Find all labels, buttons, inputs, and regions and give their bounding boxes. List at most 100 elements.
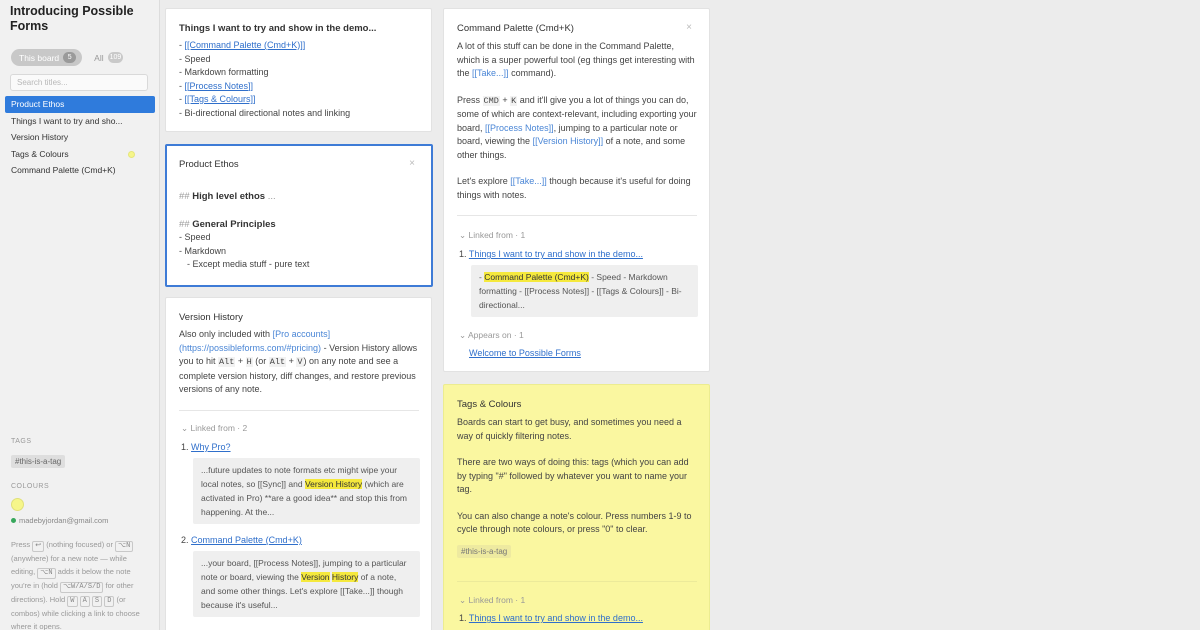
heading-text: High level ethos <box>192 191 266 202</box>
note-title: Version History <box>179 312 243 323</box>
sidebar-item-tags-colours[interactable]: Tags & Colours <box>5 146 155 163</box>
return-key-icon: ↩ <box>32 541 45 552</box>
list-item: Except media stuff - pure text <box>192 259 310 269</box>
wiki-link[interactable]: [[Process Notes]] <box>185 81 254 91</box>
sidebar-item-things-i-want[interactable]: Things I want to try and sho... <box>5 113 155 130</box>
help-text: (nothing focused) or <box>46 540 113 549</box>
yellow-colour-swatch[interactable] <box>11 498 24 511</box>
list-item: Speed <box>184 232 211 242</box>
list-item: Markdown <box>184 245 227 256</box>
board-link-welcome[interactable]: Welcome to Possible Forms <box>469 348 581 358</box>
note-title: Command Palette (Cmd+K) <box>457 23 574 34</box>
linked-from-item: 1. Why Pro? <box>181 442 231 452</box>
colours-section-label: COLOURS <box>11 483 50 490</box>
note-title: Product Ethos <box>179 159 239 170</box>
note-card-things-i-want[interactable]: Things I want to try and show in the dem… <box>165 8 432 132</box>
excerpt-highlight: History <box>331 572 359 582</box>
linked-from-item: 1. Things I want to try and show in the … <box>459 249 643 259</box>
appears-on-label: Appears on · 1 <box>468 330 524 340</box>
sidebar-item-product-ethos[interactable]: Product Ethos <box>5 96 155 113</box>
backlink-excerpt: ...future updates to note formats etc mi… <box>193 458 420 524</box>
note-body: Also only included with [Pro accounts] (… <box>179 328 424 397</box>
sidebar-item-version-history[interactable]: Version History <box>5 129 155 146</box>
online-status-icon <box>11 518 16 523</box>
linked-from-label: Linked from · 2 <box>190 423 248 433</box>
close-icon[interactable]: × <box>686 22 692 33</box>
paragraph: You can also change a note's colour. Pre… <box>457 510 692 535</box>
inline-tag[interactable]: #this-is-a-tag <box>457 544 512 558</box>
sidebar-item-command-palette[interactable]: Command Palette (Cmd+K) <box>5 162 155 179</box>
wiki-link[interactable]: [[Command Palette (Cmd+K)]] <box>185 40 306 50</box>
text: Press <box>457 94 481 105</box>
backlink-command-palette[interactable]: Command Palette (Cmd+K) <box>191 535 302 545</box>
search-titles-input[interactable] <box>10 74 148 91</box>
s-key: S <box>91 596 103 608</box>
list-item: Speed <box>184 53 211 64</box>
text: + <box>288 356 294 366</box>
close-icon[interactable]: × <box>409 158 415 169</box>
text: (or <box>255 356 267 366</box>
linked-from-toggle[interactable]: ⌄ Linked from · 1 <box>459 230 525 241</box>
tags-section-label: TAGS <box>11 438 32 445</box>
heading-text: General Principles <box>192 218 276 230</box>
option-n-key: ⌥N <box>37 568 56 580</box>
excerpt-highlight: Version <box>301 572 330 582</box>
keyboard-help-text: Press ↩ (nothing focused) or ⌥N (anywher… <box>11 538 151 630</box>
note-title: Tags & Colours <box>457 399 522 410</box>
wiki-link[interactable]: [[Process Notes]] <box>485 123 554 133</box>
this-board-label: This board <box>19 52 60 63</box>
code: K <box>510 95 518 106</box>
wiki-link[interactable]: [[Take...]] <box>472 68 509 78</box>
d-key: D <box>104 596 115 608</box>
paragraph: Boards can start to get busy, and someti… <box>457 417 682 441</box>
pro-accounts-link[interactable]: [Pro accounts] <box>273 329 331 339</box>
code: H <box>245 357 253 367</box>
sidebar: Introducing Possible Forms This board 5 … <box>0 0 160 630</box>
excerpt-highlight: Command Palette (Cmd+K) <box>484 272 589 282</box>
heading: ## General Principles <box>179 218 276 230</box>
paragraph: There are two ways of doing this: tags (… <box>457 457 689 494</box>
code: Alt <box>268 357 287 367</box>
linked-from-toggle[interactable]: ⌄ Linked from · 2 <box>181 423 247 434</box>
list-number: 2. <box>181 535 189 545</box>
sidebar-item-label: Tags & Colours <box>11 148 69 159</box>
excerpt-highlight: Version History <box>304 479 363 489</box>
help-text: Press <box>11 540 31 549</box>
ellipsis: ... <box>267 191 276 202</box>
text: command). <box>511 68 557 78</box>
pricing-url-link[interactable]: (https://possibleforms.com/#pricing) <box>179 343 321 353</box>
list-item: Bi-directional directional notes and lin… <box>184 107 351 118</box>
note-card-command-palette[interactable]: Command Palette (Cmd+K) × A lot of this … <box>443 8 710 372</box>
wiki-link[interactable]: [[Take...]] <box>510 176 547 186</box>
linked-from-toggle[interactable]: ⌄ Linked from · 1 <box>459 595 525 606</box>
backlink-excerpt: ...your board, [[Process Notes]], jumpin… <box>193 551 420 617</box>
backlink-things-i-want[interactable]: Things I want to try and show in the dem… <box>469 613 643 623</box>
note-body: Boards can start to get busy, and someti… <box>457 416 697 558</box>
note-card-version-history[interactable]: Version History Also only included with … <box>165 297 432 630</box>
note-card-tags-colours[interactable]: Tags & Colours Boards can start to get b… <box>443 384 710 630</box>
list-number: 1. <box>459 249 467 259</box>
heading: ## High level ethos ... <box>179 191 276 202</box>
divider <box>179 410 419 411</box>
account-email: madebyjordan@gmail.com <box>11 516 108 525</box>
note-title: Things I want to try and show in the dem… <box>179 23 377 34</box>
wiki-link[interactable]: [[Tags & Colours]] <box>185 94 256 104</box>
sidebar-tag-chip[interactable]: #this-is-a-tag <box>11 455 66 468</box>
note-card-product-ethos[interactable]: Product Ethos × ## High level ethos ... … <box>165 144 433 287</box>
all-tab[interactable]: All 109 <box>88 49 129 66</box>
wiki-link[interactable]: [[Version History]] <box>533 136 604 146</box>
list-number: 1. <box>181 442 189 452</box>
yellow-colour-dot-icon <box>128 150 135 158</box>
email-text: madebyjordan@gmail.com <box>19 516 109 525</box>
note-body: - [[Command Palette (Cmd+K)]] - Speed - … <box>179 40 351 118</box>
text: + <box>237 356 244 366</box>
backlink-why-pro[interactable]: Why Pro? <box>191 442 231 452</box>
code: Alt <box>218 357 236 367</box>
code: CMD <box>482 95 500 106</box>
this-board-tab[interactable]: This board 5 <box>11 49 83 66</box>
appears-on-toggle[interactable]: ⌄ Appears on · 1 <box>459 330 524 341</box>
code: V <box>296 357 304 367</box>
appears-on-item: Welcome to Possible Forms <box>469 348 581 358</box>
all-label: All <box>94 52 104 63</box>
backlink-things-i-want[interactable]: Things I want to try and show in the dem… <box>469 249 643 259</box>
